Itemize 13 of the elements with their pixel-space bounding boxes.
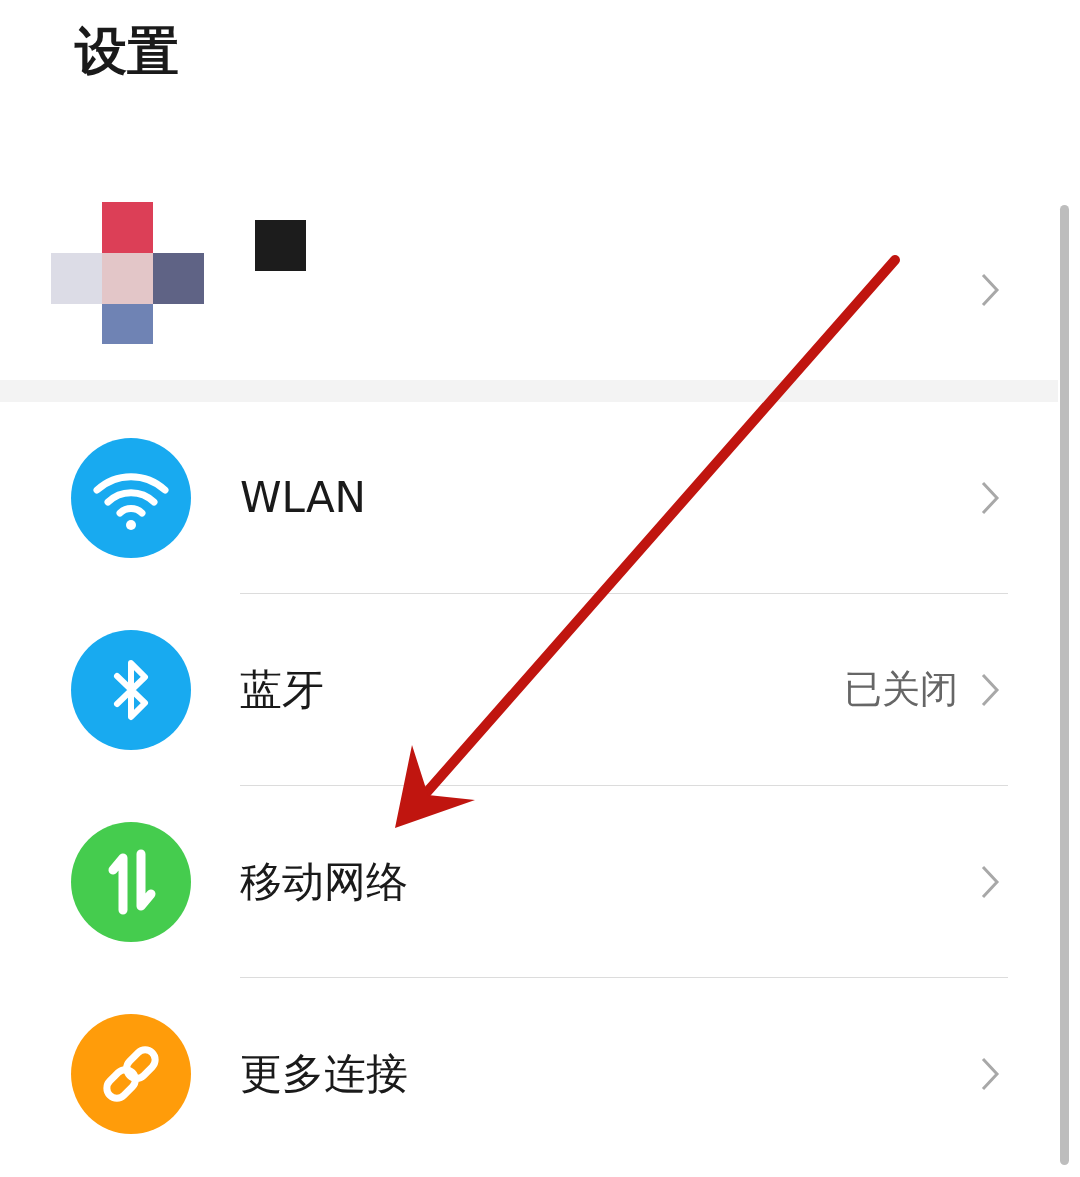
chevron-icon xyxy=(980,671,1000,708)
setting-item[interactable]: 蓝牙 xyxy=(240,661,844,718)
scrollbar[interactable] xyxy=(1060,205,1069,1165)
status-text: 已关闭 xyxy=(844,666,958,713)
setting-item[interactable]: 更多连接 xyxy=(240,1046,980,1102)
setting-item[interactable]: WLAN xyxy=(240,473,980,522)
chevron-icon xyxy=(980,272,1000,308)
redacted-name xyxy=(255,220,306,271)
page-title: 设置 xyxy=(73,20,180,83)
chevron-icon xyxy=(980,863,1000,900)
chevron-icon xyxy=(980,1056,1000,1092)
chevron-icon xyxy=(980,479,1000,516)
setting-item[interactable]: 移动网络 xyxy=(240,853,980,910)
